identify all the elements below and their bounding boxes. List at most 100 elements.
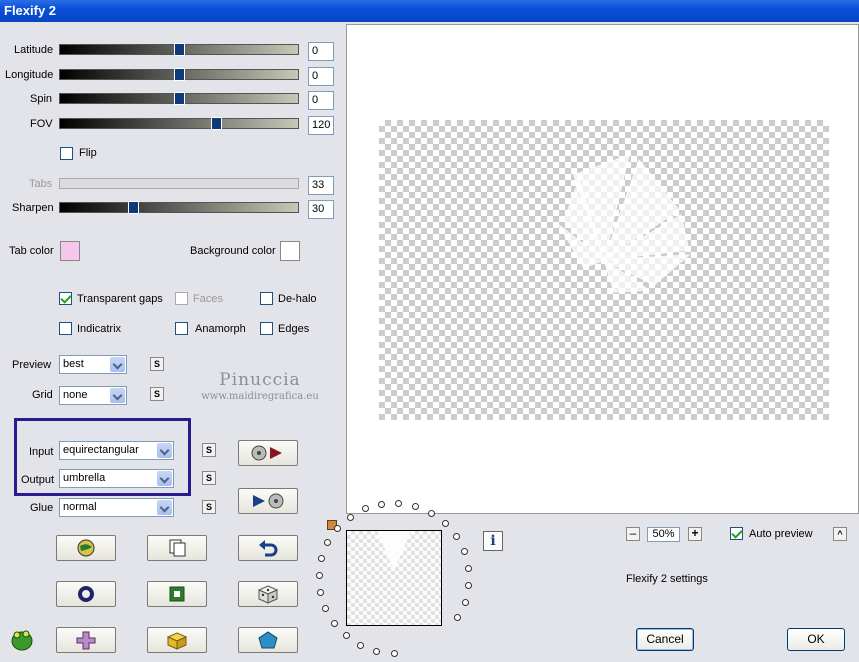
dial-dot[interactable] [373, 648, 380, 655]
preview-label: Preview [12, 359, 52, 371]
fov-slider[interactable] [59, 117, 299, 130]
indicatrix-checkbox[interactable] [59, 322, 72, 335]
info-button[interactable]: i [483, 531, 503, 551]
save-output-button[interactable] [238, 488, 298, 514]
auto-preview-checkbox[interactable] [730, 527, 743, 540]
preview-pane[interactable] [346, 24, 859, 514]
grid-label: Grid [32, 389, 53, 401]
dial-dot[interactable] [462, 599, 469, 606]
fov-field[interactable]: 120 [308, 116, 334, 135]
dial-dot[interactable] [465, 582, 472, 589]
dial-dot[interactable] [378, 501, 385, 508]
glue-s-button[interactable]: S [202, 500, 216, 514]
title-bar: Flexify 2 [0, 0, 859, 22]
flip-checkbox[interactable] [60, 147, 73, 160]
glue-select[interactable]: normal [59, 498, 174, 517]
latitude-slider[interactable] [59, 43, 299, 56]
load-input-button[interactable] [238, 440, 298, 466]
transparent-gaps-checkbox[interactable] [59, 292, 72, 305]
spin-field[interactable]: 0 [308, 91, 334, 110]
zoom-out-button[interactable]: – [626, 527, 640, 541]
zoom-field[interactable]: 50% [647, 527, 680, 542]
random-dice-button[interactable] [238, 581, 298, 607]
longitude-slider[interactable] [59, 68, 299, 81]
preview-select[interactable]: best [59, 355, 127, 374]
output-select[interactable]: umbrella [59, 469, 174, 488]
chevron-down-icon[interactable] [157, 471, 172, 486]
dial-dot[interactable] [395, 500, 402, 507]
input-select[interactable]: equirectangular [59, 441, 174, 460]
collapse-button[interactable]: ^ [833, 527, 847, 541]
sharpen-field[interactable]: 30 [308, 200, 334, 219]
longitude-field[interactable]: 0 [308, 67, 334, 86]
pentagon-button[interactable] [238, 627, 298, 653]
flip-label: Flip [79, 147, 97, 159]
anamorph-label: Anamorph [195, 323, 246, 335]
dial-dot[interactable] [412, 503, 419, 510]
square-button[interactable] [147, 581, 207, 607]
preview-s-button[interactable]: S [150, 357, 164, 371]
spin-slider[interactable] [59, 92, 299, 105]
background-color-swatch[interactable] [280, 241, 300, 261]
longitude-slider-thumb[interactable] [174, 68, 185, 81]
dial-dot[interactable] [343, 632, 350, 639]
dial-dot[interactable] [391, 650, 398, 657]
output-s-button[interactable]: S [202, 471, 216, 485]
input-select-value: equirectangular [63, 444, 139, 456]
navigator-thumbnail[interactable] [346, 530, 442, 626]
dial-dot[interactable] [331, 620, 338, 627]
globe-icon [77, 539, 95, 557]
cancel-button[interactable]: Cancel [636, 628, 694, 651]
disc-arrow-icon [251, 445, 282, 461]
random-globe-button[interactable] [56, 535, 116, 561]
dial-dot[interactable] [347, 514, 354, 521]
ok-button[interactable]: OK [787, 628, 845, 651]
grid-s-button[interactable]: S [150, 387, 164, 401]
undo-button[interactable] [238, 535, 298, 561]
pentagon-icon [258, 631, 278, 649]
indicatrix-label: Indicatrix [77, 323, 122, 335]
dial-dot[interactable] [316, 572, 323, 579]
faces-label: Faces [193, 293, 223, 305]
dial-dot[interactable] [318, 555, 325, 562]
fov-slider-thumb[interactable] [211, 117, 222, 130]
sharpen-slider[interactable] [59, 201, 299, 214]
longitude-label: Longitude [5, 69, 54, 81]
dial-dot[interactable] [442, 520, 449, 527]
brick-button[interactable] [147, 627, 207, 653]
dial-dot[interactable] [362, 505, 369, 512]
dial-dot[interactable] [461, 548, 468, 555]
chevron-down-icon[interactable] [110, 357, 125, 372]
de-halo-checkbox[interactable] [260, 292, 273, 305]
sharpen-slider-thumb[interactable] [128, 201, 139, 214]
latitude-field[interactable]: 0 [308, 42, 334, 61]
chevron-down-icon[interactable] [110, 388, 125, 403]
spin-slider-thumb[interactable] [174, 92, 185, 105]
dial-dot[interactable] [357, 642, 364, 649]
fov-label: FOV [30, 118, 53, 130]
chevron-down-icon[interactable] [157, 443, 172, 458]
thumbnail-shape [377, 531, 411, 571]
anamorph-checkbox[interactable] [175, 322, 188, 335]
dial-dot[interactable] [453, 533, 460, 540]
chevron-down-icon[interactable] [157, 500, 172, 515]
grid-select[interactable]: none [59, 386, 127, 405]
input-s-button[interactable]: S [202, 443, 216, 457]
latitude-slider-thumb[interactable] [174, 43, 185, 56]
dial-dot[interactable] [324, 539, 331, 546]
edges-checkbox[interactable] [260, 322, 273, 335]
cross-button[interactable] [56, 627, 116, 653]
copy-button[interactable] [147, 535, 207, 561]
undo-icon [259, 540, 278, 557]
tab-color-swatch[interactable] [60, 241, 80, 261]
dial-dot[interactable] [465, 565, 472, 572]
dial-dot[interactable] [428, 510, 435, 517]
dial-dot[interactable] [334, 525, 341, 532]
dial-dot[interactable] [322, 605, 329, 612]
window-title: Flexify 2 [4, 3, 57, 18]
tabs-field[interactable]: 33 [308, 176, 334, 195]
zoom-in-button[interactable]: + [688, 527, 702, 541]
dial-dot[interactable] [317, 589, 324, 596]
circle-button[interactable] [56, 581, 116, 607]
dial-dot[interactable] [454, 614, 461, 621]
